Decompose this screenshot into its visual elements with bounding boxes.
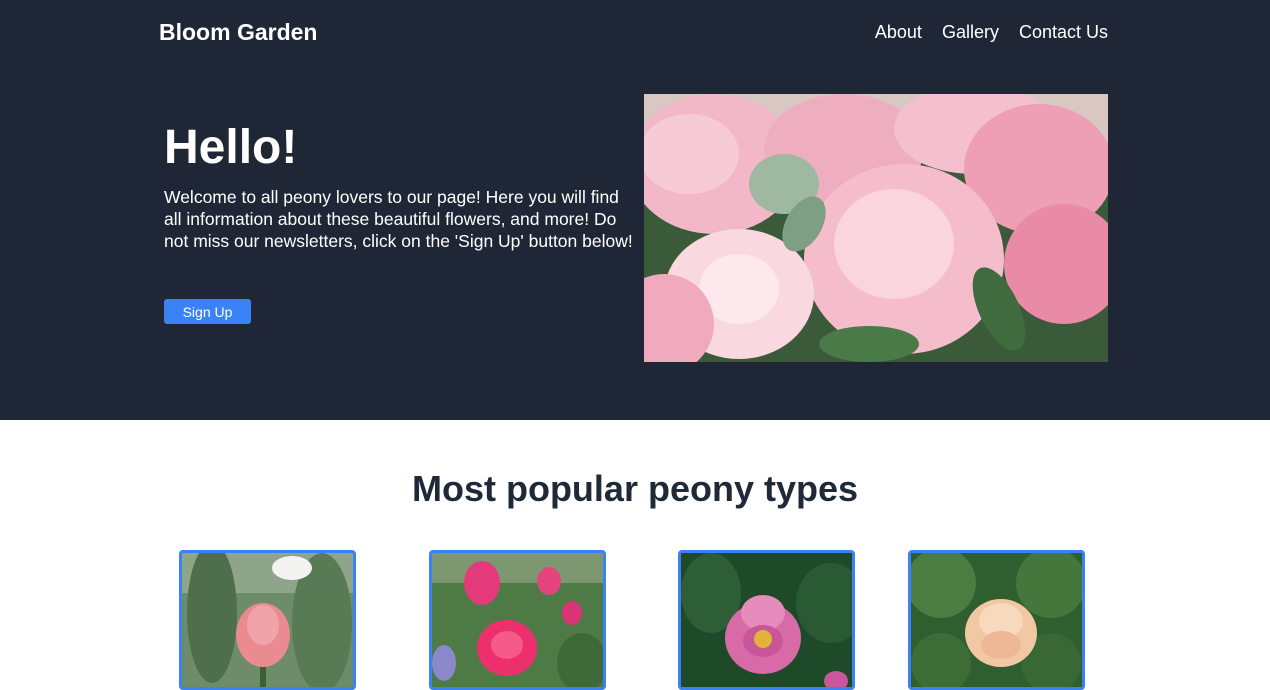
peony-card-2[interactable] <box>429 550 606 690</box>
nav-link-contact-us[interactable]: Contact Us <box>1019 22 1108 43</box>
hero-section: Bloom Garden About Gallery Contact Us He… <box>0 0 1270 420</box>
peony-card-4[interactable] <box>908 550 1085 690</box>
nav-link-about[interactable]: About <box>875 22 922 43</box>
popular-section-title: Most popular peony types <box>411 468 859 509</box>
brand-logo[interactable]: Bloom Garden <box>159 19 317 46</box>
sign-up-button[interactable]: Sign Up <box>164 299 251 324</box>
nav-link-gallery[interactable]: Gallery <box>942 22 999 43</box>
hero-title: Hello! <box>164 121 298 174</box>
hero-text: Hello! Welcome to all peony lovers to ou… <box>164 120 634 252</box>
peony-card-1[interactable] <box>179 550 356 690</box>
hero-peony-image <box>644 94 1108 362</box>
peony-card-3[interactable] <box>678 550 855 690</box>
main-nav: About Gallery Contact Us <box>875 22 1108 43</box>
hero-description: Welcome to all peony lovers to our page!… <box>164 187 633 251</box>
